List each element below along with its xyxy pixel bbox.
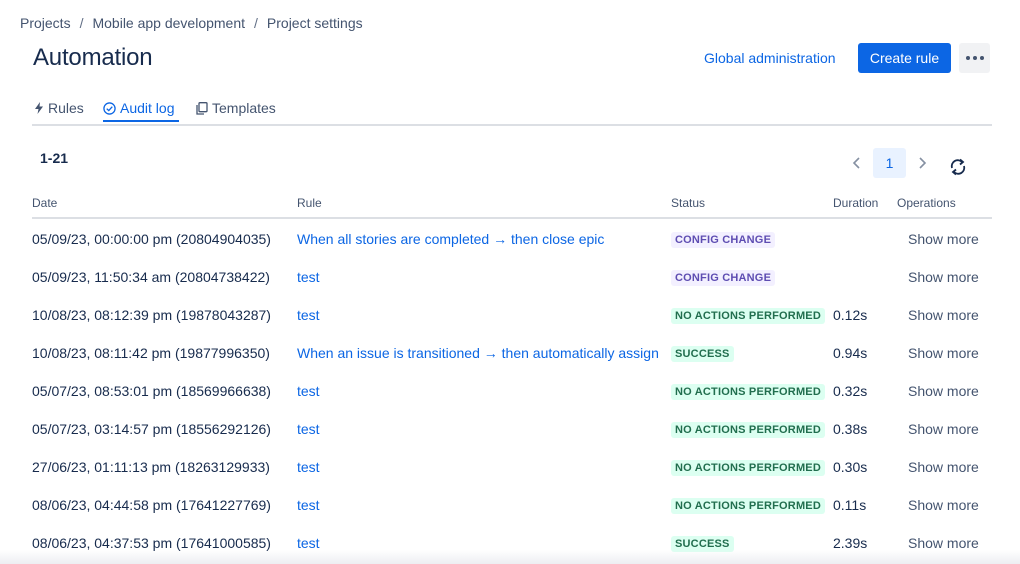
row-rule-link[interactable]: test xyxy=(297,421,320,437)
column-header-status[interactable]: Status xyxy=(671,196,705,210)
status-badge: CONFIG CHANGE xyxy=(671,270,776,286)
breadcrumb-project[interactable]: Mobile app development xyxy=(92,15,245,31)
table-row: 05/09/23, 11:50:34 am (20804738422) test C… xyxy=(32,257,992,295)
table-row: 05/07/23, 08:53:01 pm (18569966638) test N… xyxy=(32,371,992,409)
more-horizontal-icon-dot xyxy=(972,56,977,60)
row-rule-link[interactable]: test xyxy=(297,497,320,513)
row-rule-link[interactable]: test xyxy=(297,459,320,475)
more-horizontal-icon xyxy=(965,56,970,60)
table-row: 05/09/23, 00:00:00 pm (20804904035) When … xyxy=(32,219,992,257)
chevron-left-icon[interactable] xyxy=(850,155,864,176)
row-date: 08/06/23, 04:44:58 pm (17641227769) xyxy=(32,497,271,513)
status-badge: CONFIG CHANGE xyxy=(671,232,776,248)
row-date: 08/06/23, 04:37:53 pm (17641000585) xyxy=(32,535,271,551)
row-duration: 0.32s xyxy=(833,383,868,399)
more-horizontal-icon-dot xyxy=(979,56,984,60)
global-administration-link[interactable]: Global administration xyxy=(704,50,836,66)
row-duration: 2.39s xyxy=(833,535,868,551)
table-row: 08/06/23, 04:44:58 pm (17641227769) test N… xyxy=(32,485,992,523)
tab-templates[interactable]: Templates xyxy=(196,100,276,116)
row-date: 05/07/23, 08:53:01 pm (18569966638) xyxy=(32,383,271,399)
row-date: 27/06/23, 01:11:13 pm (18263129933) xyxy=(32,459,270,475)
check-circle-icon xyxy=(103,101,116,115)
column-header-operations: Operations xyxy=(897,196,956,210)
column-header-date[interactable]: Date xyxy=(32,196,57,210)
status-badge: NO ACTIONS PERFORMED xyxy=(671,384,825,400)
status-badge: NO ACTIONS PERFORMED xyxy=(671,308,825,324)
chevron-right-icon[interactable] xyxy=(915,155,929,176)
more-actions-button[interactable] xyxy=(959,43,990,73)
page-title: Automation xyxy=(33,44,153,71)
breadcrumb-projects[interactable]: Projects xyxy=(20,15,71,31)
breadcrumb-separator: / xyxy=(254,15,258,31)
show-more-link[interactable]: Show more xyxy=(908,383,979,399)
row-date: 05/09/23, 00:00:00 pm (20804904035) xyxy=(32,231,271,247)
table-row: 05/07/23, 03:14:57 pm (18556292126) test N… xyxy=(32,409,992,447)
show-more-link[interactable]: Show more xyxy=(908,231,979,247)
tab-label: Templates xyxy=(212,100,276,116)
show-more-link[interactable]: Show more xyxy=(908,345,979,361)
status-badge: NO ACTIONS PERFORMED xyxy=(671,422,825,438)
show-more-link[interactable]: Show more xyxy=(908,269,979,285)
row-duration: 0.94s xyxy=(833,345,868,361)
row-rule-link[interactable]: test xyxy=(297,307,320,323)
page-1-button[interactable]: 1 xyxy=(873,148,906,178)
breadcrumb-separator: / xyxy=(79,15,84,31)
refresh-icon[interactable] xyxy=(948,157,968,182)
row-duration: 0.12s xyxy=(833,307,868,323)
show-more-link[interactable]: Show more xyxy=(908,535,979,551)
status-badge: NO ACTIONS PERFORMED xyxy=(671,498,825,514)
show-more-link[interactable]: Show more xyxy=(908,497,979,513)
create-rule-button[interactable]: Create rule xyxy=(858,43,951,73)
tab-rules[interactable]: Rules xyxy=(34,100,84,116)
audit-log-table: 05/09/23, 00:00:00 pm (20804904035) When … xyxy=(32,219,992,561)
row-date: 05/07/23, 03:14:57 pm (18556292126) xyxy=(32,421,271,437)
column-header-duration[interactable]: Duration xyxy=(833,196,878,210)
breadcrumb-project-settings[interactable]: Project settings xyxy=(267,15,363,31)
row-duration: 0.30s xyxy=(833,459,868,475)
show-more-link[interactable]: Show more xyxy=(908,421,979,437)
table-header: Date Rule Status Duration Operations xyxy=(32,194,992,219)
row-rule-link[interactable]: test xyxy=(297,269,320,285)
table-row: 27/06/23, 01:11:13 pm (18263129933) test N… xyxy=(32,447,992,485)
row-rule-link[interactable]: When an issue is transitioned → then aut… xyxy=(297,345,659,361)
column-header-rule[interactable]: Rule xyxy=(297,196,322,210)
row-duration: 0.38s xyxy=(833,421,868,437)
row-duration: 0.11s xyxy=(833,497,867,513)
tab-label: Rules xyxy=(48,100,84,116)
row-date: 10/08/23, 08:12:39 pm (19878043287) xyxy=(32,307,271,323)
table-row: 10/08/23, 08:11:42 pm (19877996350) When … xyxy=(32,333,992,371)
tab-bar: Rules Audit log Templates xyxy=(32,94,992,126)
show-more-link[interactable]: Show more xyxy=(908,307,979,323)
copy-icon xyxy=(196,101,208,115)
scroll-fade xyxy=(0,550,1020,564)
show-more-link[interactable]: Show more xyxy=(908,459,979,475)
breadcrumb: Projects / Mobile app development / Proj… xyxy=(20,15,363,31)
row-rule-link[interactable]: test xyxy=(297,535,320,551)
status-badge: NO ACTIONS PERFORMED xyxy=(671,460,825,476)
row-date: 05/09/23, 11:50:34 am (20804738422) xyxy=(32,269,270,285)
tab-audit-log[interactable]: Audit log xyxy=(103,100,174,116)
row-date: 10/08/23, 08:11:42 pm (19877996350) xyxy=(32,345,270,361)
active-tab-indicator xyxy=(103,120,179,122)
lightning-icon xyxy=(34,102,44,114)
row-rule-link[interactable]: test xyxy=(297,383,320,399)
status-badge: SUCCESS xyxy=(671,346,734,362)
row-rule-link[interactable]: When all stories are completed → then cl… xyxy=(297,231,604,247)
result-range: 1-21 xyxy=(40,150,69,166)
tab-label: Audit log xyxy=(120,100,175,116)
table-row: 10/08/23, 08:12:39 pm (19878043287) test N… xyxy=(32,295,992,333)
